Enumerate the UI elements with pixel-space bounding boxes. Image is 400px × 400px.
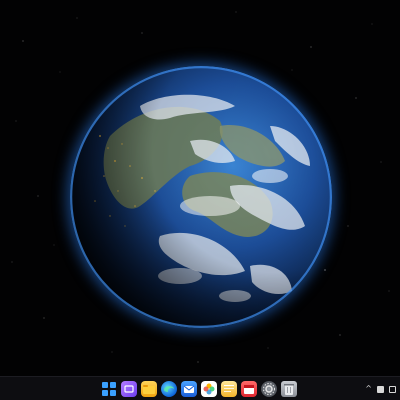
chevron-up-icon[interactable]: ^ xyxy=(365,383,372,395)
settings-gear-icon[interactable] xyxy=(261,381,277,397)
photos-icon[interactable] xyxy=(201,381,217,397)
mail-icon[interactable] xyxy=(181,381,197,397)
windows-logo-icon[interactable] xyxy=(101,381,117,397)
system-tray: ^ xyxy=(365,383,396,395)
folder-icon[interactable] xyxy=(141,381,157,397)
taskbar: ^ xyxy=(0,376,400,400)
desktop: ^ xyxy=(0,0,400,400)
earth-globe-image xyxy=(70,66,332,328)
tray-window-icon[interactable] xyxy=(377,385,384,393)
calendar-icon[interactable] xyxy=(241,381,257,397)
trash-icon[interactable] xyxy=(281,381,297,397)
tray-square-icon[interactable] xyxy=(389,385,396,393)
notes-icon[interactable] xyxy=(221,381,237,397)
taskbar-app-list xyxy=(101,381,297,397)
purple-app-icon[interactable] xyxy=(121,381,137,397)
edge-browser-icon[interactable] xyxy=(161,381,177,397)
